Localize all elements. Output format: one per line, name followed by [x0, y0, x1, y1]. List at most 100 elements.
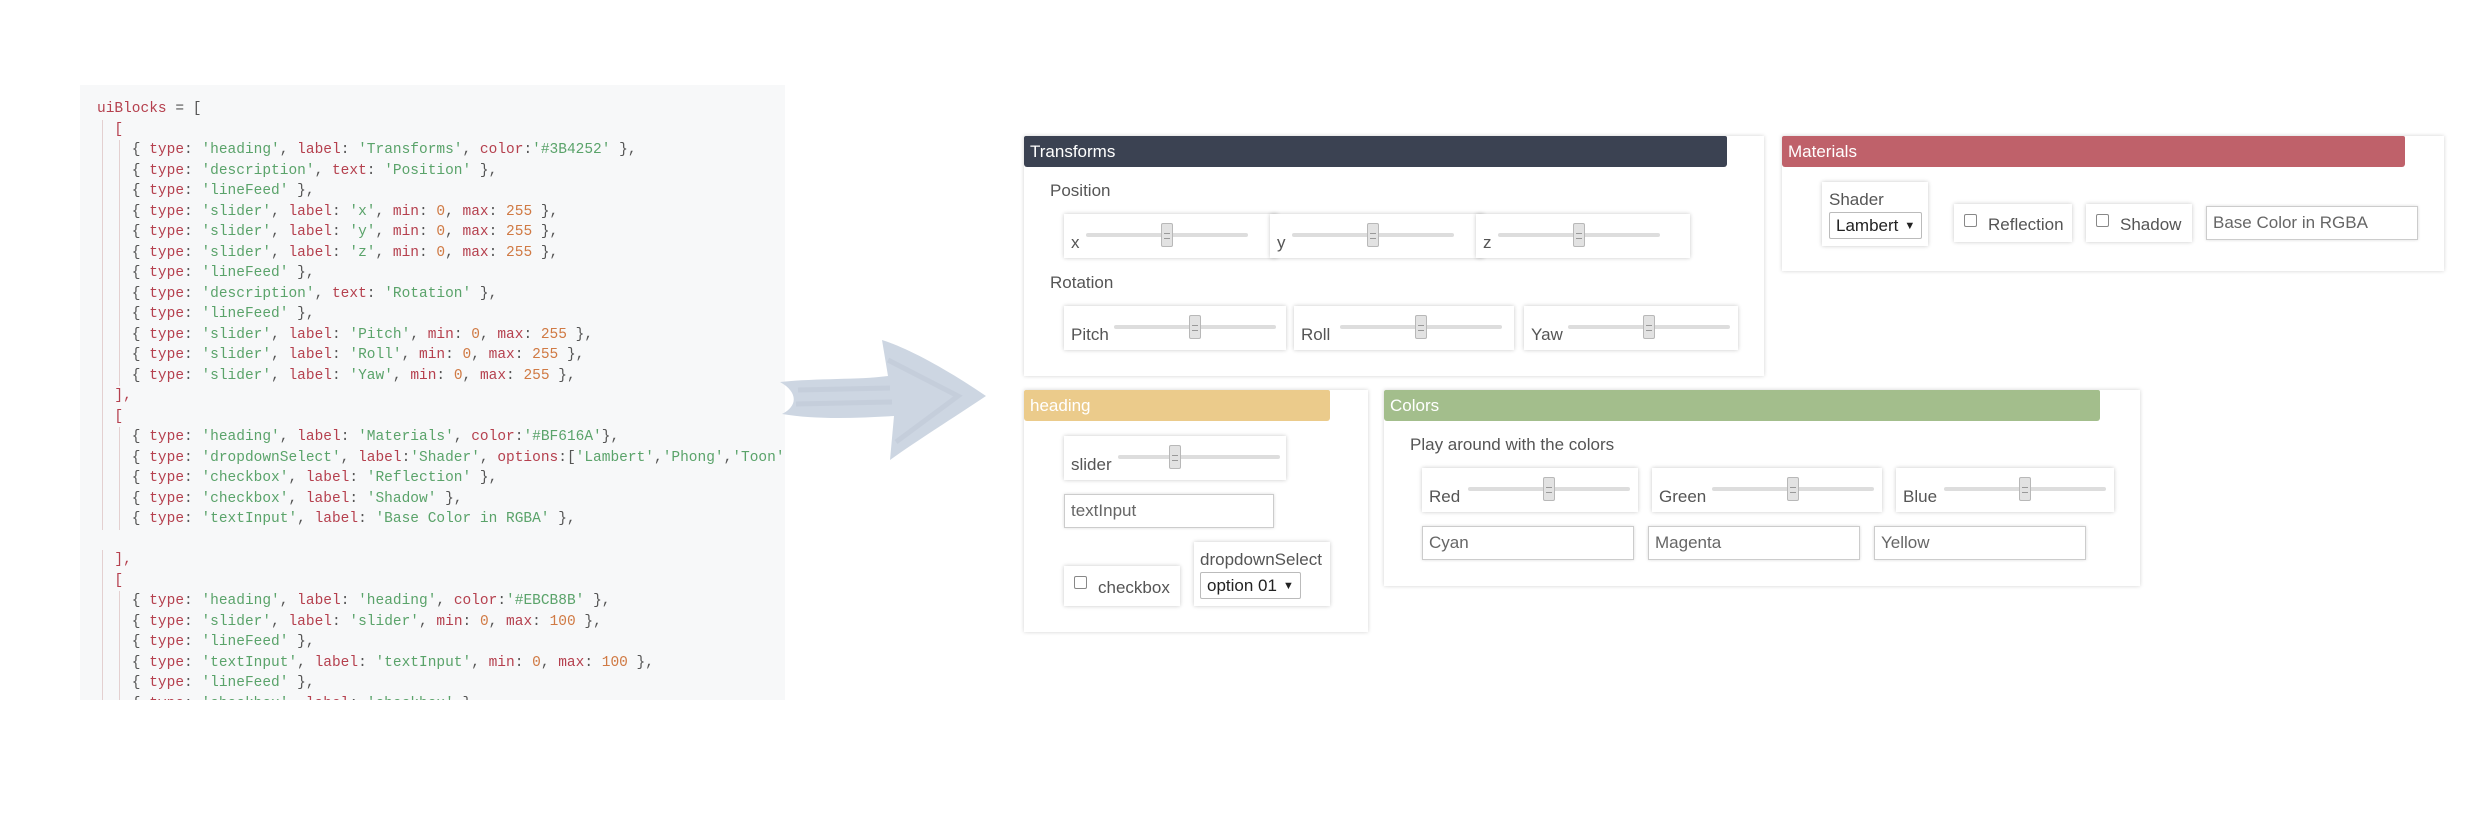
dropdown-generic-label: dropdownSelect	[1200, 550, 1322, 569]
yellow-input[interactable]: Yellow	[1874, 526, 2086, 560]
slider-x: x	[1064, 214, 1278, 258]
slider-green-thumb[interactable]	[1787, 477, 1799, 501]
dropdown-generic-value: option 01	[1207, 576, 1277, 595]
code-line: [	[97, 119, 785, 140]
slider-z-label: z	[1483, 233, 1492, 252]
code-line: { type: 'lineFeed' },	[97, 181, 785, 202]
checkbox-generic-label: checkbox	[1098, 578, 1170, 597]
slider-generic: slider	[1064, 436, 1286, 480]
slider-generic-thumb[interactable]	[1168, 445, 1181, 469]
heading-panel: heading slider textInput checkbox dropdo…	[1024, 390, 1368, 632]
colors-description: Play around with the colors	[1410, 435, 1615, 454]
heading-panel-title: heading	[1030, 396, 1091, 415]
code-line: { type: 'slider', label: 'Pitch', min: 0…	[97, 324, 785, 345]
reflection-checkbox-box[interactable]	[1964, 214, 1977, 227]
code-line: { type: 'lineFeed' },	[97, 673, 785, 694]
code-line: { type: 'lineFeed' },	[97, 263, 785, 284]
slider-pitch-thumb[interactable]	[1189, 315, 1201, 339]
slider-blue: Blue	[1896, 468, 2114, 512]
code-line: { type: 'slider', label: 'Yaw', min: 0, …	[97, 365, 785, 386]
shader-select[interactable]: Lambert ▼	[1829, 212, 1923, 239]
code-line: { type: 'description', text: 'Position' …	[97, 160, 785, 181]
colors-panel: Colors Play around with the colors Red G…	[1384, 390, 2140, 586]
code-line: { type: 'heading', label: 'Transforms', …	[97, 140, 785, 161]
shader-select-value: Lambert	[1836, 216, 1899, 235]
code-line: { type: 'checkbox', label: 'Shadow' },	[97, 488, 785, 509]
slider-z-thumb[interactable]	[1573, 223, 1585, 247]
shadow-checkbox-label: Shadow	[2120, 215, 2182, 234]
dropdown-generic-select[interactable]: option 01 ▼	[1200, 572, 1301, 599]
code-line: [	[97, 570, 785, 591]
code-line: ],	[97, 550, 785, 571]
colors-heading: Colors	[1384, 390, 2100, 421]
transforms-heading: Transforms	[1024, 136, 1727, 167]
caret-down-icon: ▼	[1282, 580, 1294, 592]
slider-x-label: x	[1071, 233, 1080, 252]
code-line: { type: 'slider', label: 'x', min: 0, ma…	[97, 201, 785, 222]
dropdown-generic: dropdownSelect option 01 ▼	[1194, 542, 1330, 606]
code-line: { type: 'slider', label: 'Roll', min: 0,…	[97, 345, 785, 366]
slider-green-label: Green	[1659, 487, 1707, 506]
slider-z: z	[1476, 214, 1690, 258]
slider-y-thumb[interactable]	[1367, 223, 1379, 247]
code-panel: uiBlocks = [ [ { type: 'heading', label:…	[80, 85, 785, 700]
checkbox-generic[interactable]: checkbox	[1064, 566, 1180, 606]
code-line: { type: 'checkbox', label: 'Reflection' …	[97, 468, 785, 489]
slider-yaw-thumb[interactable]	[1643, 315, 1655, 339]
reflection-checkbox-label: Reflection	[1988, 215, 2064, 234]
arrow-right-icon	[780, 340, 986, 460]
code-line: { type: 'textInput', label: 'Base Color …	[97, 509, 785, 530]
cyan-input[interactable]: Cyan	[1422, 526, 1634, 560]
slider-roll-thumb[interactable]	[1415, 315, 1427, 339]
slider-y-label: y	[1277, 233, 1286, 252]
slider-yaw: Yaw	[1524, 306, 1738, 350]
code-line: { type: 'heading', label: 'Materials', c…	[97, 427, 785, 448]
slider-generic-track[interactable]	[1118, 455, 1280, 459]
materials-heading: Materials	[1782, 136, 2405, 167]
materials-panel: Materials Shader Lambert ▼ Reflection Sha…	[1782, 136, 2444, 271]
checkbox-generic-box[interactable]	[1074, 576, 1087, 589]
slider-blue-label: Blue	[1903, 487, 1938, 506]
code-line: [	[97, 406, 785, 427]
slider-red-label: Red	[1429, 487, 1461, 506]
heading-panel-heading: heading	[1024, 390, 1330, 421]
slider-generic-label: slider	[1071, 455, 1112, 474]
text-input[interactable]: textInput	[1064, 494, 1274, 528]
magenta-input[interactable]: Magenta	[1648, 526, 1860, 560]
slider-green: Green	[1652, 468, 1882, 512]
slider-roll-label: Roll	[1301, 325, 1331, 344]
transforms-title: Transforms	[1030, 142, 1116, 161]
code-line: { type: 'lineFeed' },	[97, 632, 785, 653]
code-block: uiBlocks = [ [ { type: 'heading', label:…	[97, 99, 785, 700]
transforms-panel: Transforms Position x y z Rotation Pitch…	[1024, 136, 1764, 376]
reflection-checkbox[interactable]: Reflection	[1954, 204, 2072, 242]
base-color-input[interactable]: Base Color in RGBA	[2206, 206, 2418, 240]
shadow-checkbox[interactable]: Shadow	[2086, 204, 2192, 242]
code-line: { type: 'slider', label: 'slider', min: …	[97, 611, 785, 632]
code-line: { type: 'textInput', label: 'textInput',…	[97, 652, 785, 673]
rotation-description: Rotation	[1050, 273, 1114, 292]
slider-blue-thumb[interactable]	[2019, 477, 2031, 501]
slider-red-thumb[interactable]	[1543, 477, 1555, 501]
slider-roll: Roll	[1294, 306, 1514, 350]
slider-x-thumb[interactable]	[1161, 223, 1173, 247]
code-line: ],	[97, 386, 785, 407]
code-line: { type: 'slider', label: 'z', min: 0, ma…	[97, 242, 785, 263]
shadow-checkbox-box[interactable]	[2096, 214, 2109, 227]
slider-yaw-label: Yaw	[1531, 325, 1563, 344]
code-line: { type: 'heading', label: 'heading', col…	[97, 591, 785, 612]
position-description: Position	[1050, 181, 1111, 200]
slider-pitch-label: Pitch	[1071, 325, 1109, 344]
caret-down-icon: ▼	[1904, 220, 1916, 232]
shader-dropdown: Shader Lambert ▼	[1822, 182, 1928, 246]
code-line: { type: 'checkbox', label: 'checkbox' },	[97, 693, 785, 700]
slider-pitch: Pitch	[1064, 306, 1286, 350]
code-line: { type: 'description', text: 'Rotation' …	[97, 283, 785, 304]
code-line: { type: 'dropdownSelect', label:'Shader'…	[97, 447, 785, 468]
code-line: { type: 'slider', label: 'y', min: 0, ma…	[97, 222, 785, 243]
materials-title: Materials	[1788, 142, 1857, 161]
colors-title: Colors	[1390, 396, 1440, 415]
slider-red: Red	[1422, 468, 1638, 512]
code-line: { type: 'lineFeed' },	[97, 304, 785, 325]
